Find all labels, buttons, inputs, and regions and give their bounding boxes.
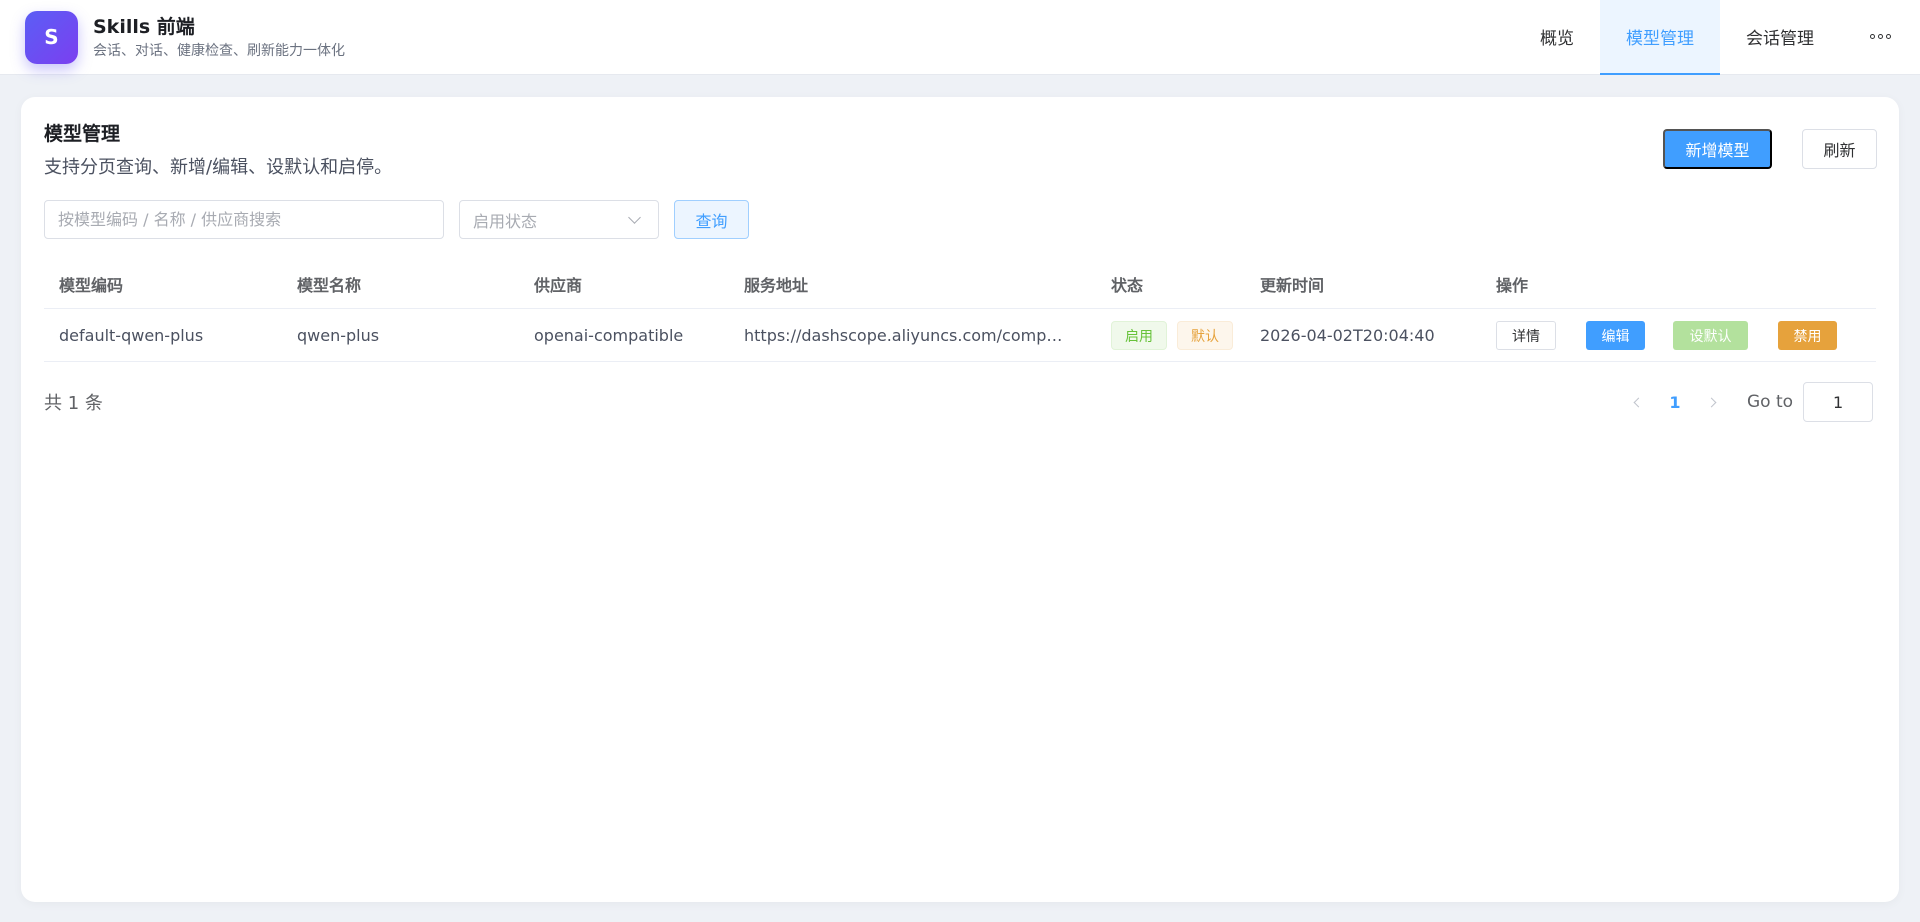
add-model-button[interactable]: 新增模型 <box>1663 129 1772 169</box>
column-header-name: 模型名称 <box>297 276 362 295</box>
cell-code: default-qwen-plus <box>59 326 204 345</box>
prev-page-button[interactable] <box>1621 386 1653 418</box>
column-header-ops: 操作 <box>1496 276 1529 295</box>
nav-item-model-management[interactable]: 模型管理 <box>1600 0 1720 75</box>
cell-status: 启用 默认 <box>1111 309 1243 362</box>
set-default-button[interactable]: 设默认 <box>1673 321 1748 350</box>
next-page-button[interactable] <box>1697 386 1729 418</box>
query-button[interactable]: 查询 <box>674 200 749 239</box>
chevron-down-icon <box>628 210 641 224</box>
model-table: 模型编码 模型名称 供应商 服务地址 状态 更新时间 操作 default-qw… <box>44 259 1876 362</box>
status-select-placeholder: 启用状态 <box>473 211 538 231</box>
cell-url: https://dashscope.aliyuncs.com/comp… <box>744 309 1084 362</box>
disable-button[interactable]: 禁用 <box>1778 321 1837 350</box>
total-count: 共 1 条 <box>44 393 103 414</box>
app-logo: S <box>25 10 78 64</box>
goto-label: Go to <box>1747 392 1794 412</box>
app-subtitle: 会话、对话、健康检查、刷新能力一体化 <box>93 42 345 59</box>
search-input[interactable] <box>44 200 444 239</box>
chevron-left-icon <box>1633 397 1644 407</box>
model-management-card: 模型管理 支持分页查询、新增/编辑、设默认和启停。 新增模型 刷新 启用状态 查… <box>21 97 1899 902</box>
status-badge-default: 默认 <box>1177 321 1233 350</box>
nav-more-button[interactable] <box>1840 0 1920 75</box>
chevron-right-icon <box>1706 397 1717 407</box>
brand-text: Skills 前端 会话、对话、健康检查、刷新能力一体化 <box>93 14 345 61</box>
refresh-button[interactable]: 刷新 <box>1802 129 1877 169</box>
column-header-updated: 更新时间 <box>1260 276 1325 295</box>
cell-name: qwen-plus <box>297 326 380 345</box>
column-header-status: 状态 <box>1111 276 1144 295</box>
app-title: Skills 前端 <box>93 15 195 38</box>
nav-item-session-management[interactable]: 会话管理 <box>1720 0 1840 75</box>
goto-page-input[interactable] <box>1803 382 1874 422</box>
status-badge-enabled: 启用 <box>1111 321 1167 350</box>
detail-button[interactable]: 详情 <box>1496 321 1556 350</box>
page-description: 支持分页查询、新增/编辑、设默认和启停。 <box>44 157 393 178</box>
page-title: 模型管理 <box>44 123 121 145</box>
nav-item-overview[interactable]: 概览 <box>1514 0 1600 75</box>
column-header-url: 服务地址 <box>744 276 809 295</box>
column-header-code: 模型编码 <box>59 276 124 295</box>
edit-button[interactable]: 编辑 <box>1586 321 1645 350</box>
cell-updated: 2026-04-02T20:04:40 <box>1260 326 1435 345</box>
more-dots-icon <box>1869 34 1891 39</box>
cell-vendor: openai-compatible <box>534 326 684 345</box>
top-nav: 概览 模型管理 会话管理 <box>1514 0 1920 75</box>
column-header-vendor: 供应商 <box>534 276 583 295</box>
brand: S Skills 前端 会话、对话、健康检查、刷新能力一体化 <box>25 10 345 64</box>
status-select[interactable]: 启用状态 <box>459 200 659 239</box>
table-header: 模型编码 模型名称 供应商 服务地址 状态 更新时间 操作 <box>44 259 1876 309</box>
page-number-current[interactable]: 1 <box>1653 386 1697 418</box>
pagination: 1 Go to <box>1621 382 1874 422</box>
table-row: default-qwen-plus qwen-plus openai-compa… <box>44 309 1876 362</box>
cell-url-text: https://dashscope.aliyuncs.com/comp… <box>744 326 1063 345</box>
top-header: S Skills 前端 会话、对话、健康检查、刷新能力一体化 概览 模型管理 会… <box>0 0 1920 75</box>
